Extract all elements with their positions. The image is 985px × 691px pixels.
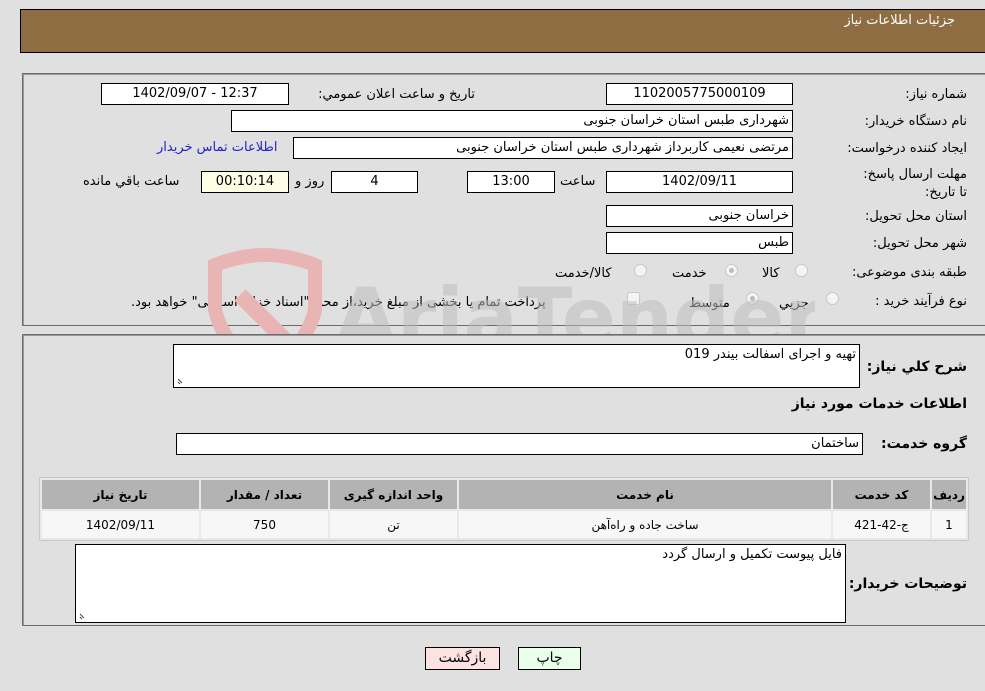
treasury-note: پرداخت تمام یا بخشی از مبلغ خرید،از محل … (131, 295, 546, 310)
back-button[interactable]: بازگشت (425, 647, 500, 670)
announce-datetime-field: 1402/09/07 - 12:37 (101, 83, 289, 105)
category-radio-goods[interactable] (795, 264, 808, 277)
remaining-days-field: 4 (331, 171, 418, 193)
col-need-date: تاریخ نیاز (42, 480, 199, 509)
delivery-province-label: استان محل تحویل: (865, 209, 967, 224)
purchase-radio-medium[interactable] (746, 292, 759, 305)
delivery-city-label: شهر محل تحویل: (872, 236, 967, 251)
page-header (20, 9, 985, 53)
remaining-label: ساعت باقي مانده (83, 174, 180, 189)
buyer-contact-link[interactable]: اطلاعات تماس خریدار (157, 140, 277, 155)
announce-datetime-value: 1402/09/07 - 12:37 (132, 86, 258, 101)
col-unit: واحد اندازه گیری (330, 480, 457, 509)
purchase-option-minor: جزيي (779, 296, 809, 311)
cell-service-code: ج-42-421 (833, 511, 930, 538)
days-label: روز و (295, 174, 325, 189)
service-group-label: گروه خدمت: (881, 436, 967, 452)
description-label: شرح کلي نیاز: (866, 359, 967, 375)
col-service-code: کد خدمت (833, 480, 930, 509)
buyer-notes-label: توضیحات خریدار: (848, 576, 967, 592)
buyer-notes-textarea[interactable]: فایل پیوست تکمیل و ارسال گردد (75, 544, 846, 623)
category-option-goods: کالا (762, 266, 780, 281)
deadline-date-field: 1402/09/11 (606, 171, 793, 193)
page-title: جزئیات اطلاعات نیاز (844, 13, 955, 28)
need-number-field: 1102005775000109 (606, 83, 793, 105)
buyer-org-field: شهرداری طبس استان خراسان جنوبی (231, 110, 793, 132)
category-option-service: خدمت (672, 266, 707, 281)
deadline-time-label: ساعت (560, 174, 596, 189)
description-text: تهیه و اجرای اسفالت بیندر 019 (684, 347, 856, 362)
cell-unit: تن (330, 511, 457, 538)
requester-field: مرتضی نعیمی کاربرداز شهرداری طبس استان خ… (293, 137, 793, 159)
col-row-number: ردیف (932, 480, 966, 509)
buyer-org-label: نام دستگاه خریدار: (864, 114, 967, 129)
requester-label: ایجاد کننده درخواست: (847, 141, 967, 156)
buyer-notes-text: فایل پیوست تکمیل و ارسال گردد (662, 547, 842, 562)
cell-row-number: 1 (932, 511, 966, 538)
treasury-checkbox[interactable] (627, 292, 640, 305)
delivery-province-field: خراسان جنوبی (606, 205, 793, 227)
deadline-time-field: 13:00 (467, 171, 555, 193)
col-service-name: نام خدمت (459, 480, 831, 509)
resize-grip-icon[interactable] (176, 375, 186, 385)
announce-datetime-label: تاریخ و ساعت اعلان عمومي: (318, 87, 475, 102)
cell-service-name: ساخت جاده و راه‌آهن (459, 511, 831, 538)
category-radio-service[interactable] (725, 264, 738, 277)
need-number-label: شماره نیاز: (905, 87, 967, 102)
table-row: 1 ج-42-421 ساخت جاده و راه‌آهن تن 750 14… (42, 511, 966, 538)
category-label: طبقه بندی موضوعی: (851, 265, 967, 280)
resize-grip-icon[interactable] (78, 610, 88, 620)
purchase-radio-minor[interactable] (826, 292, 839, 305)
category-option-goods-service: کالا/خدمت (555, 266, 612, 281)
delivery-city-field: طبس (606, 232, 793, 254)
purchase-type-label: نوع فرآیند خرید : (875, 294, 967, 309)
services-table: ردیف کد خدمت نام خدمت واحد اندازه گیری ت… (39, 477, 969, 541)
cell-need-date: 1402/09/11 (42, 511, 199, 538)
services-heading: اطلاعات خدمات مورد نیاز (791, 396, 967, 412)
col-quantity: تعداد / مقدار (201, 480, 328, 509)
print-button[interactable]: چاپ (518, 647, 581, 670)
purchase-option-medium: متوسط (689, 296, 730, 311)
cell-quantity: 750 (201, 511, 328, 538)
table-header-row: ردیف کد خدمت نام خدمت واحد اندازه گیری ت… (42, 480, 966, 509)
description-textarea[interactable]: تهیه و اجرای اسفالت بیندر 019 (173, 344, 860, 388)
service-group-field: ساختمان (176, 433, 863, 455)
remaining-time-field: 00:10:14 (201, 171, 289, 193)
deadline-label: مهلت ارسال پاسخ: تا تاریخ: (863, 167, 967, 200)
category-radio-goods-service[interactable] (634, 264, 647, 277)
